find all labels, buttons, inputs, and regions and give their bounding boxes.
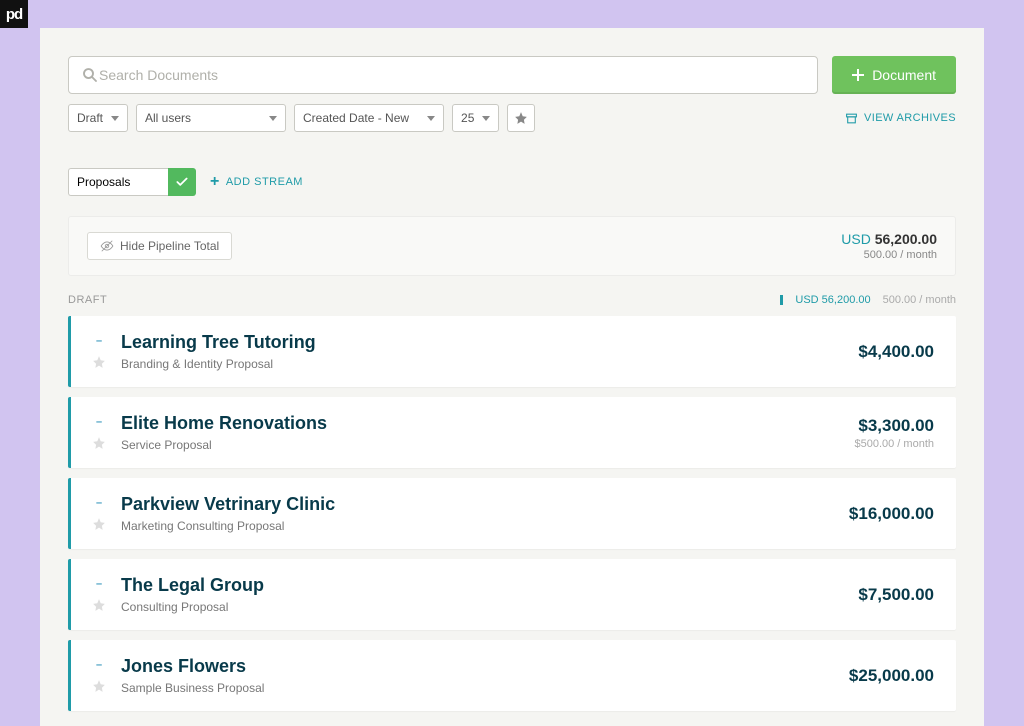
chevron-down-icon bbox=[427, 116, 435, 121]
view-archives-link[interactable]: VIEW ARCHIVES bbox=[845, 112, 956, 125]
document-subtitle: Service Proposal bbox=[121, 438, 854, 452]
document-card[interactable]: – Learning Tree Tutoring Branding & Identi… bbox=[68, 316, 956, 387]
document-title: Jones Flowers bbox=[121, 656, 849, 677]
document-card-gutter: – bbox=[85, 497, 113, 531]
document-card-body: Elite Home Renovations Service Proposal bbox=[113, 413, 854, 452]
filter-users-select[interactable]: All users bbox=[136, 104, 286, 132]
document-card-body: Parkview Vetrinary Clinic Marketing Consu… bbox=[113, 494, 849, 533]
filter-status-label: Draft bbox=[77, 111, 103, 125]
document-card-body: Learning Tree Tutoring Branding & Identit… bbox=[113, 332, 858, 371]
chevron-down-icon bbox=[111, 116, 119, 121]
search-input[interactable] bbox=[99, 67, 805, 83]
star-icon[interactable] bbox=[92, 517, 106, 531]
pipeline-totals: USD 56,200.00 500.00 / month bbox=[841, 231, 937, 261]
document-subtitle: Marketing Consulting Proposal bbox=[121, 519, 849, 533]
add-stream-label: ADD STREAM bbox=[226, 176, 303, 188]
pipeline-total-amount: 56,200.00 bbox=[875, 231, 937, 247]
dash-icon: – bbox=[96, 416, 102, 428]
document-amount-block: $7,500.00 bbox=[858, 585, 934, 605]
pipeline-recurring: 500.00 / month bbox=[841, 249, 937, 261]
star-icon[interactable] bbox=[92, 598, 106, 612]
status-header-amount: USD 56,200.00 bbox=[795, 294, 870, 306]
document-list: – Learning Tree Tutoring Branding & Identi… bbox=[68, 316, 956, 711]
dash-icon: – bbox=[96, 497, 102, 509]
document-card-gutter: – bbox=[85, 578, 113, 612]
document-amount: $25,000.00 bbox=[849, 666, 934, 686]
filter-count-select[interactable]: 25 bbox=[452, 104, 499, 132]
eye-off-icon bbox=[100, 239, 114, 253]
document-card[interactable]: – Jones Flowers Sample Business Proposal$2… bbox=[68, 640, 956, 711]
pipeline-total-bar: Hide Pipeline Total USD 56,200.00 500.00… bbox=[68, 216, 956, 276]
document-amount: $16,000.00 bbox=[849, 504, 934, 524]
star-icon[interactable] bbox=[92, 679, 106, 693]
status-header-recurring: 500.00 / month bbox=[883, 294, 956, 306]
document-subtitle: Consulting Proposal bbox=[121, 600, 858, 614]
document-amount: $7,500.00 bbox=[858, 585, 934, 605]
document-amount-block: $16,000.00 bbox=[849, 504, 934, 524]
star-icon[interactable] bbox=[92, 436, 106, 450]
document-card[interactable]: – The Legal Group Consulting Proposal$7,50… bbox=[68, 559, 956, 630]
document-title: The Legal Group bbox=[121, 575, 858, 596]
document-card-gutter: – bbox=[85, 416, 113, 450]
status-accent-bar bbox=[780, 295, 783, 305]
new-document-button[interactable]: Document bbox=[832, 56, 956, 94]
plus-icon bbox=[852, 69, 864, 81]
dash-icon: – bbox=[96, 578, 102, 590]
document-card[interactable]: – Elite Home Renovations Service Proposal$… bbox=[68, 397, 956, 468]
document-card-gutter: – bbox=[85, 659, 113, 693]
star-icon[interactable] bbox=[92, 355, 106, 369]
search-box[interactable] bbox=[68, 56, 818, 94]
brand-badge: pd bbox=[0, 0, 28, 28]
search-icon bbox=[81, 66, 99, 84]
document-amount: $3,300.00 bbox=[854, 416, 934, 436]
document-title: Learning Tree Tutoring bbox=[121, 332, 858, 353]
chevron-down-icon bbox=[269, 116, 277, 121]
archive-icon bbox=[845, 112, 858, 125]
document-card-body: Jones Flowers Sample Business Proposal bbox=[113, 656, 849, 695]
status-header-label: DRAFT bbox=[68, 294, 107, 306]
document-subtitle: Sample Business Proposal bbox=[121, 681, 849, 695]
plus-icon: + bbox=[210, 174, 220, 190]
chevron-down-icon bbox=[482, 116, 490, 121]
star-icon bbox=[514, 111, 528, 125]
stream-input-wrap bbox=[68, 168, 196, 196]
pipeline-currency: USD bbox=[841, 231, 871, 247]
document-amount-block: $25,000.00 bbox=[849, 666, 934, 686]
document-amount: $4,400.00 bbox=[858, 342, 934, 362]
stream-confirm-button[interactable] bbox=[168, 168, 196, 196]
dash-icon: – bbox=[96, 335, 102, 347]
stream-name-input[interactable] bbox=[68, 168, 168, 196]
view-archives-label: VIEW ARCHIVES bbox=[864, 112, 956, 124]
app-container: Document Draft All users Created Date - … bbox=[40, 28, 984, 726]
document-card-gutter: – bbox=[85, 335, 113, 369]
status-header-row: DRAFT USD 56,200.00 500.00 / month bbox=[68, 294, 956, 306]
document-recurring: $500.00 / month bbox=[854, 438, 934, 450]
check-icon bbox=[175, 175, 189, 189]
document-title: Elite Home Renovations bbox=[121, 413, 854, 434]
filter-sort-label: Created Date - New bbox=[303, 111, 409, 125]
document-amount-block: $4,400.00 bbox=[858, 342, 934, 362]
filter-count-label: 25 bbox=[461, 111, 474, 125]
document-card-body: The Legal Group Consulting Proposal bbox=[113, 575, 858, 614]
document-card[interactable]: – Parkview Vetrinary Clinic Marketing Cons… bbox=[68, 478, 956, 549]
hide-pipeline-label: Hide Pipeline Total bbox=[120, 239, 219, 253]
document-title: Parkview Vetrinary Clinic bbox=[121, 494, 849, 515]
new-document-label: Document bbox=[872, 67, 936, 83]
hide-pipeline-button[interactable]: Hide Pipeline Total bbox=[87, 232, 232, 260]
filter-status-select[interactable]: Draft bbox=[68, 104, 128, 132]
document-subtitle: Branding & Identity Proposal bbox=[121, 357, 858, 371]
filter-sort-select[interactable]: Created Date - New bbox=[294, 104, 444, 132]
add-stream-button[interactable]: + ADD STREAM bbox=[210, 174, 303, 190]
dash-icon: – bbox=[96, 659, 102, 671]
filter-users-label: All users bbox=[145, 111, 191, 125]
favorite-filter-button[interactable] bbox=[507, 104, 535, 132]
document-amount-block: $3,300.00 $500.00 / month bbox=[854, 416, 934, 450]
